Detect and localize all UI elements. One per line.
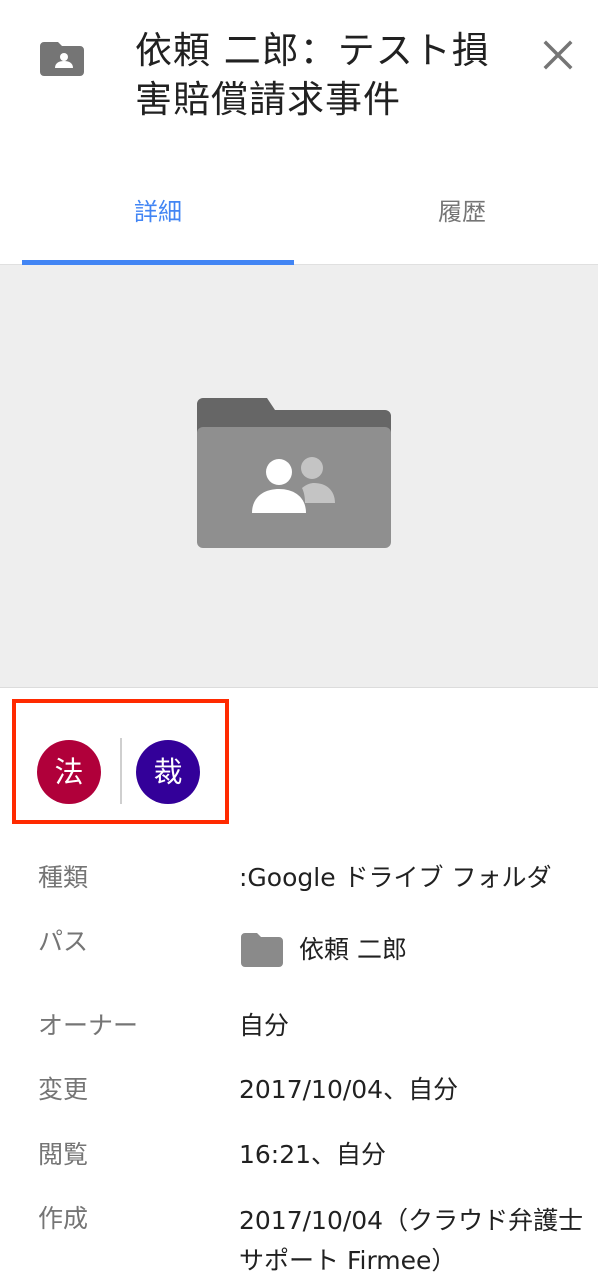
tab-details[interactable]: 詳細 (22, 160, 294, 264)
close-button[interactable] (538, 35, 578, 75)
modified-label: 変更 (38, 1075, 89, 1104)
page-title: 依頼 二郎：テスト損害賠償請求事件 (135, 29, 490, 121)
highlighted-badge-group: 法 裁 (12, 699, 229, 824)
modified-value: 2017/10/04、自分 (239, 1075, 459, 1104)
shared-folder-icon (40, 40, 84, 76)
viewed-value: 16:21、自分 (239, 1140, 387, 1169)
tab-history[interactable]: 履歴 (326, 160, 598, 264)
folder-icon[interactable] (241, 933, 283, 967)
path-label: パス (38, 927, 89, 956)
court-badge[interactable]: 裁 (136, 740, 200, 804)
owner-label: オーナー (38, 1011, 139, 1040)
badge-divider (120, 738, 122, 804)
owner-value: 自分 (239, 1011, 290, 1040)
law-badge[interactable]: 法 (37, 740, 101, 804)
type-value: :Google ドライブ フォルダ (239, 863, 552, 892)
shared-folder-preview-icon (197, 398, 391, 548)
tab-bar: 詳細 履歴 (0, 160, 598, 265)
folder-preview (0, 265, 598, 688)
type-label: 種類 (38, 863, 89, 892)
detail-header: 依頼 二郎：テスト損害賠償請求事件 (0, 0, 598, 160)
created-value: 2017/10/04（クラウド弁護士サポート Firmee） (239, 1206, 584, 1275)
close-icon (543, 40, 573, 70)
path-link[interactable]: 依頼 二郎 (299, 932, 407, 968)
viewed-label: 閲覧 (38, 1140, 89, 1169)
created-label: 作成 (38, 1204, 89, 1233)
